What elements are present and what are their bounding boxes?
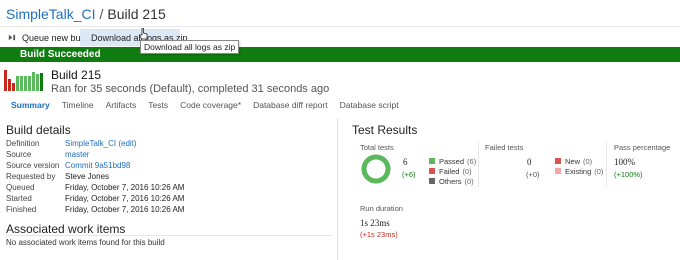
detail-row-queued: Queued Friday, October 7, 2016 10:26 AM	[6, 182, 184, 193]
legend-others-label: Others	[439, 176, 462, 186]
history-bar[interactable]	[32, 72, 35, 91]
run-duration-label: Run duration	[360, 204, 403, 213]
source-branch-link[interactable]: master	[65, 150, 89, 159]
history-bar[interactable]	[8, 79, 11, 91]
legend-passed[interactable]: Passed (6)	[429, 156, 476, 166]
test-results-separator	[606, 142, 607, 187]
tab-database-diff-report[interactable]: Database diff report	[247, 100, 334, 116]
build-tabs: Summary Timeline Artifacts Tests Code co…	[0, 100, 405, 116]
history-bar[interactable]	[16, 76, 19, 91]
legend-new[interactable]: New (0)	[555, 156, 603, 166]
failed-tests-legend: New (0) Existing (0)	[555, 156, 603, 176]
total-tests-value: 6	[403, 157, 408, 167]
detail-key: Started	[6, 194, 32, 203]
tab-code-coverage[interactable]: Code coverage*	[174, 100, 247, 116]
breadcrumb-definition-link[interactable]: SimpleTalk_CI	[6, 6, 95, 22]
failed-tests-delta: (+0)	[526, 170, 540, 179]
build-status-text: Build Succeeded	[20, 49, 101, 60]
column-divider	[337, 118, 338, 260]
history-bar[interactable]	[24, 76, 27, 91]
work-items-empty-message: No associated work items found for this …	[6, 238, 165, 247]
detail-key: Source version	[6, 161, 60, 170]
history-bar[interactable]	[36, 74, 39, 91]
legend-failed[interactable]: Failed (0)	[429, 166, 476, 176]
definition-link[interactable]: SimpleTalk_CI (edit)	[65, 139, 137, 148]
test-results-title: Test Results	[352, 123, 418, 137]
breadcrumb-separator: /	[99, 6, 104, 22]
detail-key: Source	[6, 150, 32, 159]
total-tests-label: Total tests	[360, 143, 394, 152]
breadcrumb-build: Build 215	[107, 6, 166, 22]
tab-summary[interactable]: Summary	[0, 100, 56, 116]
detail-row-source: Source master	[6, 149, 184, 160]
legend-passed-count: (6)	[467, 156, 477, 166]
commit-link[interactable]: Commit 9a51bd98	[65, 161, 130, 170]
history-bar[interactable]	[4, 70, 7, 91]
build-details-list: Definition SimpleTalk_CI (edit) Source m…	[6, 138, 184, 215]
history-bar[interactable]	[12, 83, 15, 91]
history-bar[interactable]	[28, 76, 31, 91]
pass-percentage-label: Pass percentage	[614, 143, 671, 152]
detail-key: Requested by	[6, 172, 56, 181]
tab-database-script[interactable]: Database script	[334, 100, 405, 116]
tooltip: Download all logs as zip	[140, 40, 240, 54]
breadcrumb: SimpleTalk_CI / Build 215	[6, 6, 166, 22]
toolbar: Queue new build Download all logs as zip	[0, 26, 680, 46]
legend-failed-count: (0)	[462, 166, 472, 176]
history-bar[interactable]	[20, 76, 23, 91]
detail-row-requested-by: Requested by Steve Jones	[6, 171, 184, 182]
detail-row-source-version: Source version Commit 9a51bd98	[6, 160, 184, 171]
legend-new-label: New	[565, 156, 581, 166]
tab-timeline[interactable]: Timeline	[56, 100, 100, 116]
legend-passed-swatch	[429, 158, 435, 164]
work-items-title: Associated work items	[6, 222, 126, 236]
legend-existing-count: (0)	[594, 166, 604, 176]
legend-passed-label: Passed	[439, 156, 465, 166]
build-run-info: Ran for 35 seconds (Default), completed …	[51, 83, 330, 95]
build-history-chart[interactable]	[4, 69, 46, 91]
test-results-separator	[478, 142, 479, 187]
history-bar[interactable]	[40, 73, 43, 91]
detail-row-started: Started Friday, October 7, 2016 10:26 AM	[6, 193, 184, 204]
tab-tests[interactable]: Tests	[142, 100, 174, 116]
detail-key: Queued	[6, 183, 35, 192]
build-details-title: Build details	[6, 123, 71, 137]
detail-key: Definition	[6, 139, 40, 148]
legend-others-swatch	[429, 178, 435, 184]
legend-others[interactable]: Others (0)	[429, 176, 476, 186]
failed-tests-label: Failed tests	[485, 143, 524, 152]
legend-failed-swatch	[429, 168, 435, 174]
run-duration-value: 1s 23ms	[360, 218, 390, 228]
legend-failed-label: Failed	[439, 166, 460, 176]
mouse-cursor-icon	[139, 28, 148, 40]
legend-existing[interactable]: Existing (0)	[555, 166, 603, 176]
legend-others-count: (0)	[464, 176, 474, 186]
build-number: Build 215	[51, 68, 102, 82]
total-tests-donut-chart[interactable]	[360, 153, 392, 185]
detail-value: Friday, October 7, 2016 10:26 AM	[65, 183, 185, 192]
detail-row-finished: Finished Friday, October 7, 2016 10:26 A…	[6, 204, 184, 215]
legend-new-swatch	[555, 158, 561, 164]
tab-artifacts[interactable]: Artifacts	[100, 100, 143, 116]
legend-new-count: (0)	[583, 156, 593, 166]
run-duration-delta: (+1s 23ms)	[360, 230, 398, 239]
donut-passed-slice[interactable]	[361, 154, 391, 184]
failed-tests-value: 0	[527, 157, 532, 167]
detail-value: Friday, October 7, 2016 10:26 AM	[65, 205, 185, 214]
legend-existing-swatch	[555, 168, 561, 174]
build-status-banner: Build Succeeded	[0, 47, 680, 62]
total-tests-delta: (+6)	[402, 170, 416, 179]
pass-percentage-delta: (+100%)	[614, 170, 643, 179]
detail-key: Finished	[6, 205, 37, 214]
detail-value: Friday, October 7, 2016 10:26 AM	[65, 194, 185, 203]
legend-existing-label: Existing	[565, 166, 592, 176]
queue-build-icon	[8, 34, 16, 41]
total-tests-legend: Passed (6) Failed (0) Others (0)	[429, 156, 476, 186]
detail-value: Steve Jones	[65, 172, 110, 181]
detail-row-definition: Definition SimpleTalk_CI (edit)	[6, 138, 184, 149]
pass-percentage-value: 100%	[614, 157, 635, 167]
build-summary-header: Build 215 Ran for 35 seconds (Default), …	[0, 66, 680, 96]
work-items-divider	[6, 235, 331, 236]
